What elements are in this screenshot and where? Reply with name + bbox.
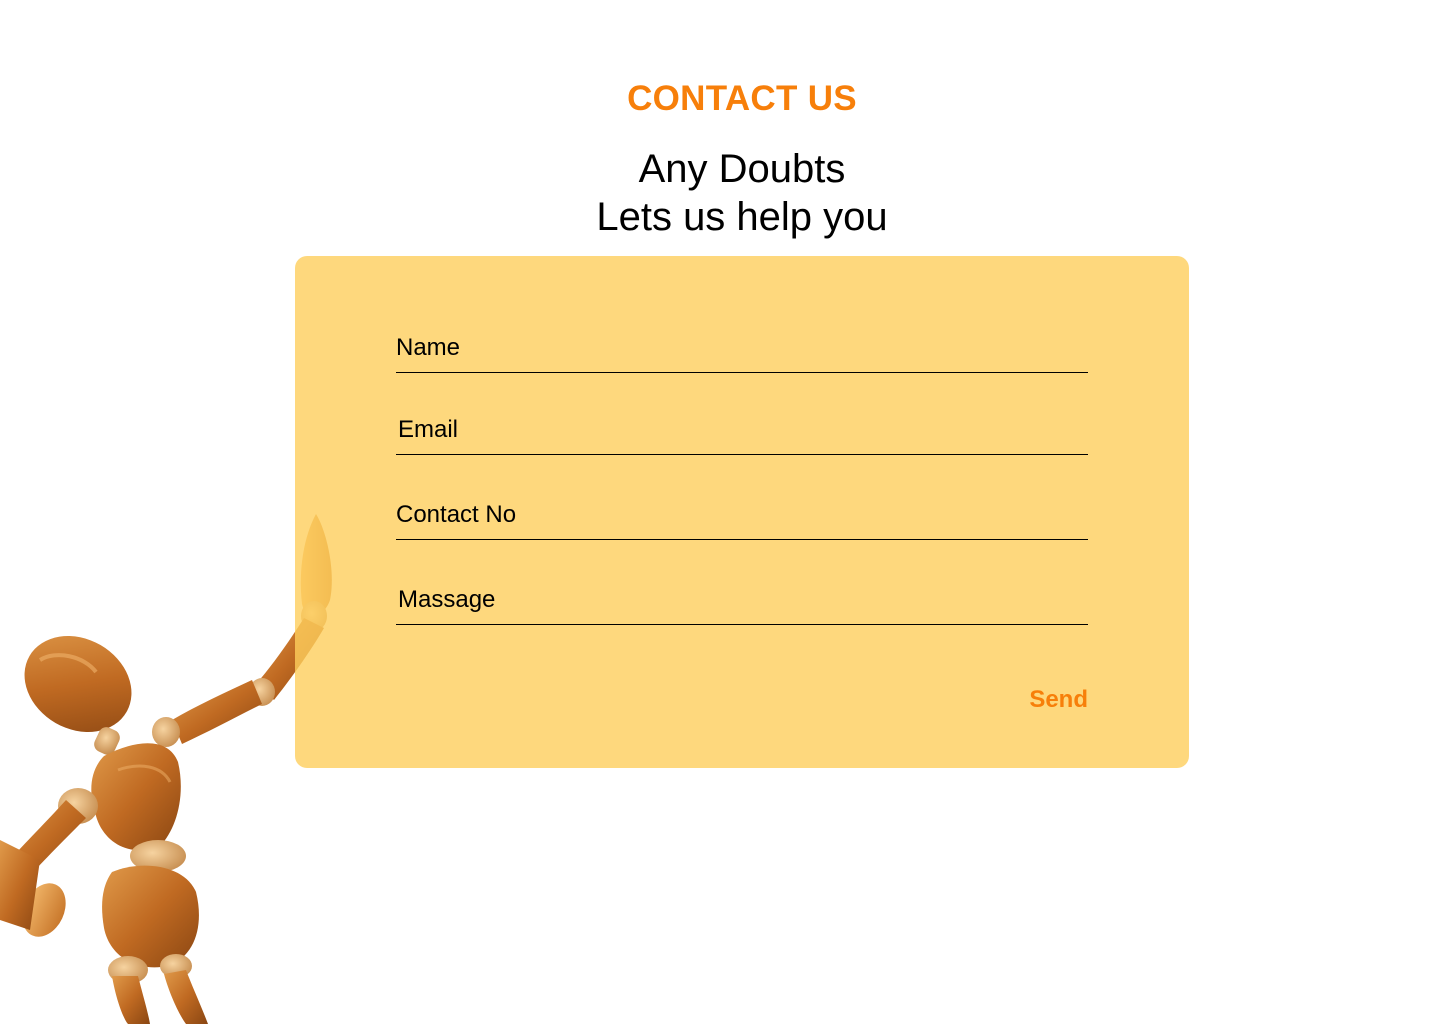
name-field[interactable]: Name (396, 334, 1088, 373)
email-field[interactable]: Email (396, 416, 1088, 455)
message-field[interactable]: Massage (396, 586, 1088, 625)
headline-line-2: Lets us help you (596, 195, 888, 239)
headline: Any Doubts Lets us help you (0, 145, 1440, 241)
contact-form: Name Email Contact No Massage Send (295, 256, 1189, 768)
send-button[interactable]: Send (1029, 686, 1088, 714)
email-label: Email (398, 416, 459, 443)
contact-no-field[interactable]: Contact No (396, 501, 1088, 540)
wooden-mannequin-image (0, 514, 332, 1024)
message-label: Massage (398, 586, 496, 613)
name-label: Name (396, 334, 461, 361)
section-title: CONTACT US (627, 79, 857, 119)
contact-no-label: Contact No (396, 501, 517, 528)
headline-line-1: Any Doubts (638, 147, 846, 191)
